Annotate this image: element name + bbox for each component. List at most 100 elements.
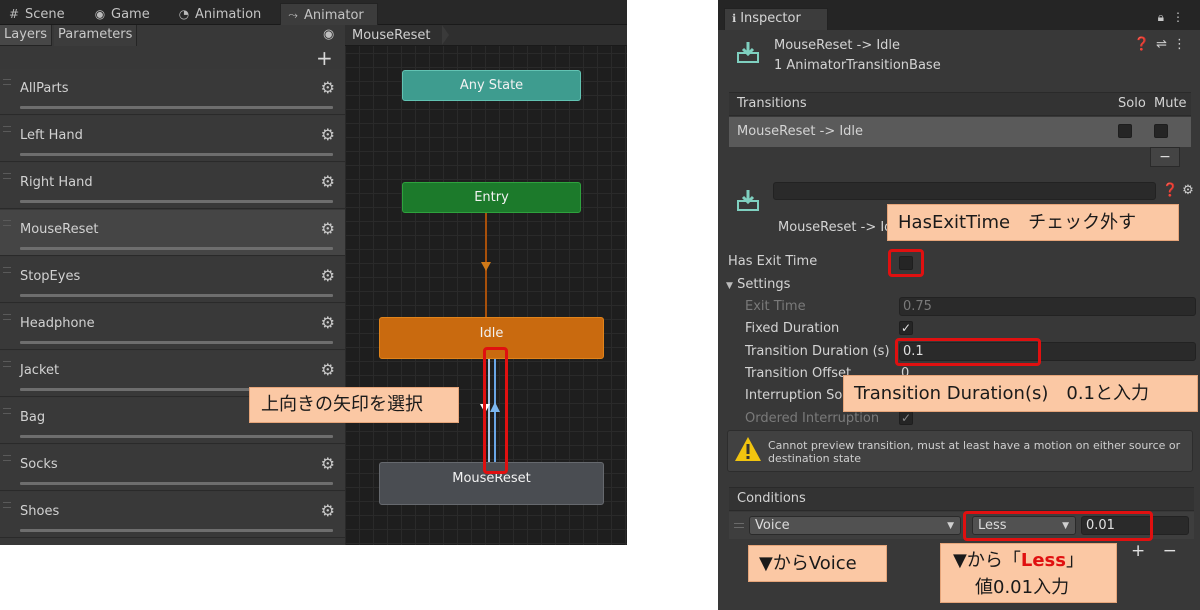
layer-add-row: + (0, 46, 345, 68)
drag-handle-icon[interactable] (3, 79, 11, 85)
highlight-has-exit-time (888, 249, 924, 277)
layer-name: AllParts (20, 81, 69, 96)
transition-list-item[interactable]: MouseReset -> Idle (729, 117, 1191, 147)
layer-row[interactable]: Shoes ⚙︎ (0, 492, 345, 538)
warning-box: Cannot preview transition, must at least… (727, 430, 1193, 472)
warning-text-line1: Cannot preview transition, must at least… (768, 439, 1181, 452)
detail-help-settings-icons[interactable]: ❓⚙︎ (1162, 183, 1198, 198)
gear-icon[interactable]: ⚙︎ (321, 219, 335, 238)
callout-voice: ▼からVoice (748, 545, 887, 582)
condition-parameter-dropdown[interactable]: Voice ▼ (749, 516, 961, 535)
warning-icon (734, 436, 762, 466)
interruption-source-label: Interruption Sou (745, 388, 851, 403)
add-condition-button[interactable]: + (1131, 541, 1145, 561)
gear-icon[interactable]: ⚙︎ (321, 125, 335, 144)
layer-row[interactable]: Headphone ⚙︎ (0, 304, 345, 350)
layer-weight-bar[interactable] (20, 529, 333, 532)
tab-scene[interactable]: # Scene (2, 3, 86, 25)
layer-row[interactable]: MouseReset ⚙︎ (0, 210, 345, 256)
highlight-transition-duration (895, 338, 1041, 366)
chevron-down-icon: ▼ (947, 521, 954, 531)
gear-icon[interactable]: ⚙︎ (321, 454, 335, 473)
fixed-duration-checkbox[interactable]: ✓ (899, 321, 913, 335)
ordered-interruption-label: Ordered Interruption (745, 411, 880, 426)
drag-handle-icon[interactable] (734, 523, 744, 528)
transitions-header: Transitions Solo Mute (729, 92, 1191, 116)
layer-row[interactable]: Left Hand ⚙︎ (0, 116, 345, 162)
transition-icon (736, 40, 760, 64)
callout-less: ▼から「Less」 値0.01入力 (940, 543, 1117, 603)
drag-handle-icon[interactable] (3, 220, 11, 226)
animator-window: # Scene ◉ Game ◔ Animation ⤳ Animator Layers… (0, 0, 627, 545)
drag-handle-icon[interactable] (3, 267, 11, 273)
tab-animator[interactable]: ⤳ Animator (280, 3, 378, 25)
layer-name: MouseReset (20, 222, 99, 237)
layer-weight-bar[interactable] (20, 106, 333, 109)
gear-icon[interactable]: ⚙︎ (321, 78, 335, 97)
layer-weight-bar[interactable] (20, 294, 333, 297)
subtab-parameters[interactable]: Parameters (54, 25, 138, 46)
condition-parameter-value: Voice (755, 518, 790, 533)
drag-handle-icon[interactable] (3, 314, 11, 320)
gear-icon[interactable]: ⚙︎ (321, 266, 335, 285)
lock-menu-icons[interactable]: 🔒︎⋮ (1158, 10, 1192, 25)
highlight-up-arrow (483, 347, 508, 474)
settings-foldout[interactable]: ▼ Settings (726, 277, 790, 292)
gear-icon[interactable]: ⚙︎ (321, 360, 335, 379)
inspector-tabbar: ℹ Inspector 🔒︎⋮ (718, 0, 1200, 30)
callout-transition-duration: Transition Duration(s) 0.1と入力 (843, 375, 1198, 412)
gear-icon[interactable]: ⚙︎ (321, 313, 335, 332)
layer-name: Bag (20, 410, 46, 425)
tab-game[interactable]: ◉ Game (88, 3, 166, 25)
exit-time-label: Exit Time (745, 299, 806, 314)
solo-checkbox[interactable] (1118, 124, 1132, 138)
layer-row[interactable]: Socks ⚙︎ (0, 445, 345, 491)
layer-weight-bar[interactable] (20, 341, 333, 344)
breadcrumb-arrow (442, 25, 449, 45)
transition-item-label: MouseReset -> Idle (737, 124, 864, 139)
tab-animation[interactable]: ◔ Animation (172, 3, 278, 25)
layer-name: StopEyes (20, 269, 81, 284)
remove-transition-button[interactable]: − (1150, 147, 1180, 167)
layer-weight-bar[interactable] (20, 153, 333, 156)
transition-name-input[interactable] (773, 182, 1156, 200)
gear-icon[interactable]: ⚙︎ (321, 501, 335, 520)
drag-handle-icon[interactable] (3, 408, 11, 414)
transition-detail-icon (736, 188, 760, 212)
state-entry[interactable]: Entry (402, 182, 581, 213)
mute-checkbox[interactable] (1154, 124, 1168, 138)
grid-icon: # (8, 7, 20, 21)
layer-row[interactable]: AllParts ⚙︎ (0, 69, 345, 115)
layer-name: Socks (20, 457, 58, 472)
tab-inspector[interactable]: ℹ Inspector (724, 8, 828, 30)
add-layer-icon[interactable]: + (316, 48, 333, 68)
breadcrumb-label[interactable]: MouseReset (352, 28, 431, 43)
drag-handle-icon[interactable] (3, 173, 11, 179)
entry-transition-arrow-icon (481, 262, 491, 271)
clock-icon: ◔ (178, 7, 190, 21)
layer-weight-bar[interactable] (20, 435, 333, 438)
transitions-label: Transitions (737, 96, 807, 111)
layer-row[interactable]: StopEyes ⚙︎ (0, 257, 345, 303)
state-any-state[interactable]: Any State (402, 70, 581, 101)
layer-weight-bar[interactable] (20, 247, 333, 250)
transition-subtitle: MouseReset -> Id (778, 220, 893, 235)
drag-handle-icon[interactable] (3, 361, 11, 367)
highlight-condition-mode-value (963, 511, 1153, 541)
header-help-settings-icons[interactable]: ❓⇌⋮ (1134, 37, 1192, 52)
layer-weight-bar[interactable] (20, 200, 333, 203)
eye-icon[interactable]: ◉ (323, 27, 334, 42)
layer-name: Right Hand (20, 175, 93, 190)
drag-handle-icon[interactable] (3, 126, 11, 132)
layer-weight-bar[interactable] (20, 482, 333, 485)
drag-handle-icon[interactable] (3, 455, 11, 461)
callout-has-exit-time: HasExitTime チェック外す (887, 204, 1179, 241)
gear-icon[interactable]: ⚙︎ (321, 172, 335, 191)
drag-handle-icon[interactable] (3, 502, 11, 508)
callout-less-prefix: ▼から「 (953, 550, 1021, 571)
callout-select-arrow: 上向きの矢印を選択 (249, 387, 459, 423)
layer-row[interactable]: Right Hand ⚙︎ (0, 163, 345, 209)
subtab-layers[interactable]: Layers (0, 25, 53, 46)
settings-label: Settings (737, 277, 791, 292)
remove-condition-button[interactable]: − (1163, 541, 1177, 561)
